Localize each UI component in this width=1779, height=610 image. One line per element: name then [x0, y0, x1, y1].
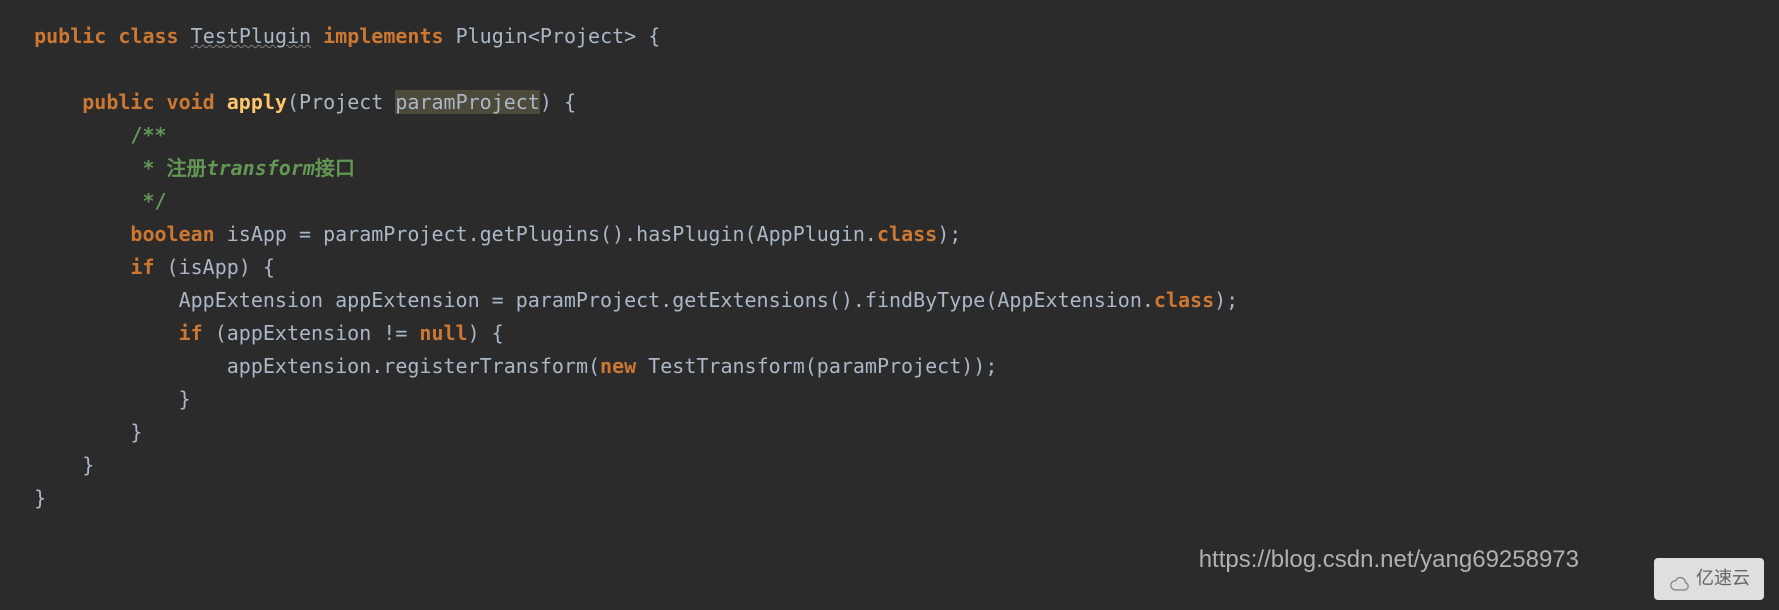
javadoc-transform: transform [207, 156, 315, 180]
keyword-boolean: boolean [130, 222, 214, 246]
code-line-appextension: AppExtension appExtension = paramProject… [10, 288, 1238, 312]
type-plugin-project: Plugin<Project> [456, 24, 637, 48]
if-condition: (isApp) { [155, 255, 275, 279]
keyword-null: null [419, 321, 467, 345]
comment-line-close: */ [10, 189, 167, 213]
code-editor: public class TestPlugin implements Plugi… [0, 20, 1779, 515]
paren-open: ( [287, 90, 299, 114]
paren-close: ) [540, 90, 552, 114]
keyword-class-ref: class [1154, 288, 1214, 312]
watermark-logo: 亿速云 [1654, 558, 1764, 600]
keyword-implements: implements [323, 24, 443, 48]
javadoc-text: * 注册 [130, 156, 206, 180]
method-apply: apply [227, 90, 287, 114]
javadoc-text2: 接口 [315, 156, 355, 180]
code-line-brace-close-1: } [10, 387, 191, 411]
boolean-expr: isApp = paramProject.getPlugins().hasPlu… [215, 222, 877, 246]
code-line-if: if (isApp) { [10, 255, 275, 279]
keyword-void: void [167, 90, 215, 114]
brace-open: { [636, 24, 660, 48]
brace-close: } [82, 453, 94, 477]
code-line-brace-close-2: } [10, 420, 142, 444]
keyword-class: class [118, 24, 178, 48]
brace-open: { [552, 90, 576, 114]
param-type-project: Project [299, 90, 395, 114]
javadoc-open: /** [130, 123, 166, 147]
register-call-post: TestTransform(paramProject)); [636, 354, 997, 378]
if2-cond-pre: (appExtension != [203, 321, 420, 345]
watermark-url: https://blog.csdn.net/yang69258973 [1199, 540, 1579, 580]
keyword-public: public [34, 24, 106, 48]
code-line-2: public void apply(Project paramProject) … [10, 90, 576, 114]
brace-close: } [130, 420, 142, 444]
class-name: TestPlugin [191, 24, 311, 48]
watermark-logo-text: 亿速云 [1696, 564, 1750, 594]
keyword-class-ref: class [877, 222, 937, 246]
keyword-if: if [179, 321, 203, 345]
brace-close: } [34, 486, 46, 510]
code-line-if2: if (appExtension != null) { [10, 321, 504, 345]
semicolon: ); [1214, 288, 1238, 312]
appextension-expr: AppExtension appExtension = paramProject… [179, 288, 1154, 312]
semicolon: ); [937, 222, 961, 246]
cloud-icon [1668, 571, 1690, 587]
keyword-new: new [600, 354, 636, 378]
keyword-public: public [82, 90, 154, 114]
comment-line-open: /** [10, 123, 167, 147]
code-line-boolean: boolean isApp = paramProject.getPlugins(… [10, 222, 961, 246]
comment-line-body: * 注册transform接口 [10, 156, 355, 180]
brace-close: } [179, 387, 191, 411]
if2-cond-post: ) { [468, 321, 504, 345]
register-call-pre: appExtension.registerTransform( [227, 354, 600, 378]
code-line-brace-close-4: } [10, 486, 46, 510]
keyword-if: if [130, 255, 154, 279]
javadoc-close: */ [130, 189, 166, 213]
param-name-highlighted: paramProject [395, 90, 540, 114]
code-line-1: public class TestPlugin implements Plugi… [10, 24, 660, 48]
code-line-brace-close-3: } [10, 453, 94, 477]
code-line-register: appExtension.registerTransform(new TestT… [10, 354, 997, 378]
